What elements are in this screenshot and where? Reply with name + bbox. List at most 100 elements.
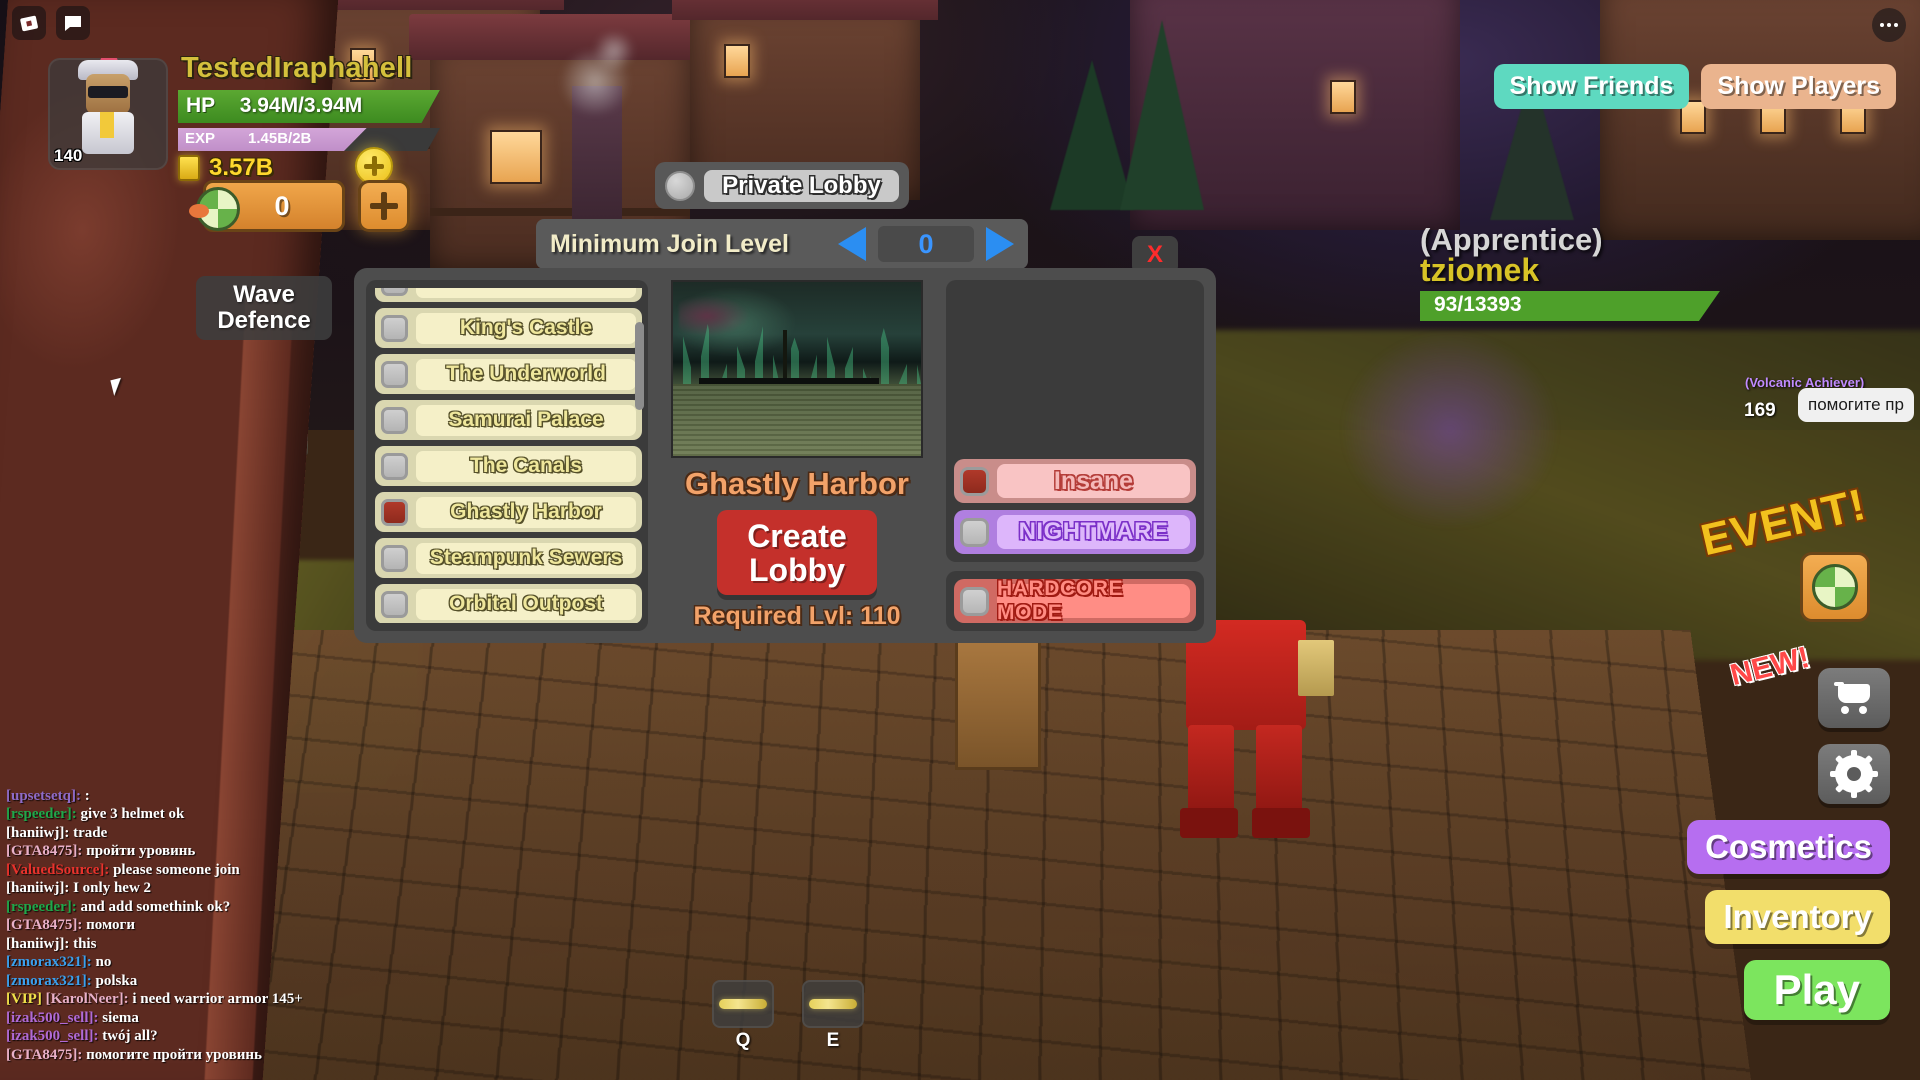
difficulty-nightmare-button[interactable]: NIGHTMARE (954, 510, 1196, 554)
other-player-level: 169 (1744, 400, 1776, 421)
chat-message: [GTA8475]: помогите пройти уровинь (6, 1046, 306, 1065)
map-list-scrollbar[interactable] (635, 322, 644, 410)
map-list-item[interactable]: Samurai Palace (375, 400, 642, 440)
sword-icon[interactable] (802, 980, 864, 1028)
map-radio-button[interactable] (381, 498, 408, 526)
map-radio-button[interactable] (381, 288, 408, 296)
gear-icon[interactable] (1818, 744, 1890, 804)
other-player-hp-value: 93/13393 (1434, 293, 1522, 316)
difficulty-insane-button[interactable]: Insane (954, 459, 1196, 503)
hardcore-mode-button[interactable]: HARDCORE MODE (954, 577, 1196, 624)
chat-text: polska (91, 972, 138, 989)
map-name-label: Orbital Outpost (449, 592, 603, 615)
chat-message: [rspeeder]: give 3 helmet ok (6, 805, 306, 824)
avatar[interactable]: 140 (48, 58, 168, 170)
map-name-box: The Canals (416, 450, 636, 482)
difficulty-insane-knob[interactable] (960, 466, 989, 496)
map-name-label: Samurai Palace (448, 408, 604, 431)
hotbar-slot[interactable]: E (802, 980, 864, 1052)
private-lobby-toggle[interactable]: Private Lobby (655, 162, 909, 209)
hp-value: 3.94M/3.94M (239, 94, 363, 117)
show-players-button[interactable]: Show Players (1701, 64, 1896, 109)
sword-icon[interactable] (712, 980, 774, 1028)
chat-message: [upsetsetq]: : (6, 787, 306, 806)
player-chat-bubble: помогите пр (1798, 388, 1914, 422)
chat-username: [GTA8475]: (6, 917, 83, 933)
wave-defence-label[interactable]: Wave Defence (196, 276, 332, 340)
map-list-item[interactable]: King's Castle (375, 308, 642, 348)
arrow-left-icon[interactable] (838, 227, 866, 261)
player-level: 140 (54, 146, 83, 165)
event-candy-icon[interactable] (1800, 552, 1870, 622)
map-name-box: The Underworld (416, 358, 636, 390)
chat-text: помоги (82, 917, 135, 933)
other-player-health-bar: 93/13393 (1420, 291, 1720, 321)
right-side-menu: Cosmetics Inventory Play (1687, 668, 1890, 1020)
map-radio-button[interactable] (381, 314, 408, 342)
chat-text: пройти уровинь (82, 843, 196, 859)
hardcore-mode-knob[interactable] (960, 586, 989, 616)
create-lobby-button[interactable]: Create Lobby (717, 510, 877, 595)
gold-value: 3.57B (209, 154, 274, 181)
play-button[interactable]: Play (1743, 960, 1890, 1020)
exp-value: 1.45B/2B (248, 130, 312, 147)
map-list-item[interactable] (375, 288, 642, 302)
chat-text: no (91, 954, 112, 970)
show-friends-button[interactable]: Show Friends (1493, 64, 1690, 109)
chat-text: I only hew 2 (69, 880, 152, 896)
map-list-item[interactable]: The Canals (375, 446, 642, 486)
chat-username: [izak500_sell]: (6, 1028, 99, 1044)
map-radio-button[interactable] (381, 406, 408, 434)
roblox-logo-icon[interactable] (12, 6, 46, 40)
map-radio-button[interactable] (381, 360, 408, 388)
map-name-box: Orbital Outpost (416, 588, 636, 620)
difficulty-panel: Insane NIGHTMARE (946, 280, 1204, 562)
hotbar-key-label: Q (735, 1030, 751, 1051)
chat-message: [izak500_sell]: twój all? (6, 1027, 306, 1046)
more-options-icon[interactable] (1872, 8, 1906, 42)
map-name-box (416, 288, 636, 298)
map-name-label: Ghastly Harbor (450, 500, 602, 523)
map-radio-button[interactable] (381, 590, 408, 618)
chat-username: [haniiwj]: (6, 824, 70, 841)
chat-username: [rspeeder]: (6, 898, 77, 915)
chat-message: [haniiwj]: I only hew 2 (6, 879, 306, 898)
chat-message: [rspeeder]: and add somethink ok? (6, 898, 306, 917)
chat-text: and add somethink ok? (76, 898, 231, 915)
player-name: TestedIraphahell (181, 52, 413, 84)
chat-username: [KarolNeer]: (45, 991, 129, 1007)
chat-icon[interactable] (56, 6, 90, 40)
chat-message: [GTA8475]: помоги (6, 916, 306, 935)
gold-coin-icon (178, 155, 200, 181)
map-list-item[interactable]: Ghastly Harbor (375, 492, 642, 532)
map-list-item[interactable]: The Underworld (375, 354, 642, 394)
difficulty-nightmare-knob[interactable] (960, 517, 989, 547)
wooden-crate (955, 640, 1041, 770)
chat-username: [haniiwj]: (6, 935, 70, 952)
minimum-join-level-value[interactable]: 0 (878, 226, 974, 262)
arrow-right-icon[interactable] (986, 227, 1014, 261)
roblox-topbar (12, 6, 90, 40)
required-level-text: Required Lvl: 110 (693, 602, 901, 630)
map-radio-button[interactable] (381, 452, 408, 480)
hardcore-panel: HARDCORE MODE (946, 571, 1204, 631)
cosmetics-button[interactable]: Cosmetics (1687, 820, 1890, 874)
chat-text: twój all? (98, 1028, 158, 1044)
map-list[interactable]: King's Castle The Underworld Samurai Palac… (375, 288, 642, 623)
map-name-box: Ghastly Harbor (416, 496, 636, 528)
chat-message: [zmorax321]: polska (6, 972, 306, 991)
candy-plus-icon[interactable] (358, 180, 410, 232)
map-list-item[interactable]: Orbital Outpost (375, 584, 642, 623)
chat-username: [izak500_sell]: (6, 1009, 99, 1026)
map-radio-button[interactable] (381, 544, 408, 572)
npc-silhouette (1340, 330, 1560, 530)
chat-username: [ValuedSource]: (6, 861, 110, 878)
chat-text: this (69, 935, 97, 952)
private-lobby-knob[interactable] (665, 170, 695, 201)
shopping-cart-icon[interactable] (1818, 668, 1890, 728)
difficulty-insane-label: Insane (1053, 466, 1134, 495)
inventory-button[interactable]: Inventory (1705, 890, 1890, 944)
hotbar-slot[interactable]: Q (712, 980, 774, 1052)
map-list-item[interactable]: Steampunk Sewers (375, 538, 642, 578)
chat-log[interactable]: [upsetsetq]: : [rspeeder]: give 3 helmet … (6, 787, 306, 1065)
